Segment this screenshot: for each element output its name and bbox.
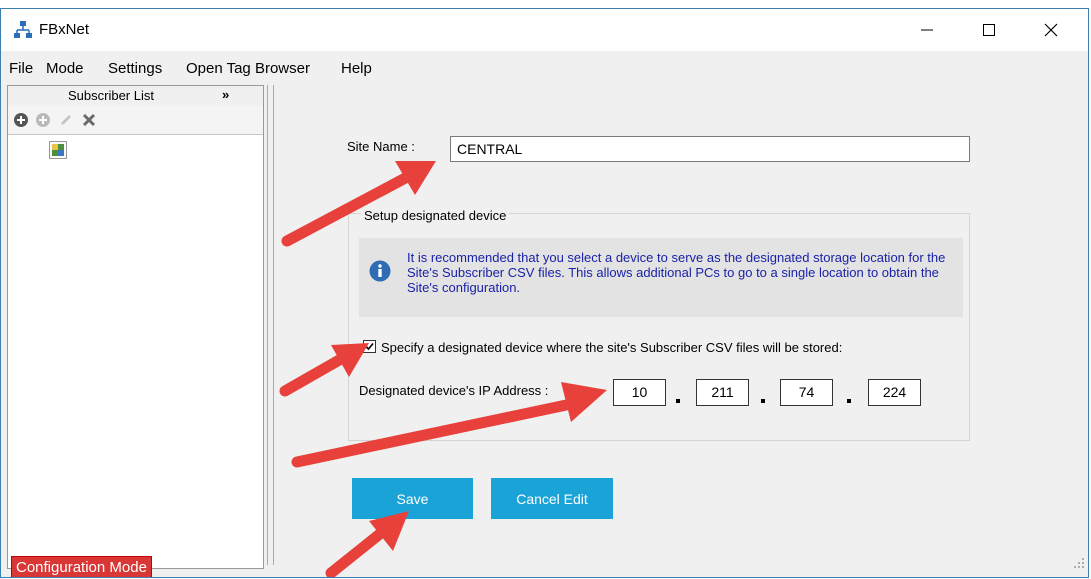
info-icon <box>369 260 391 282</box>
resize-grip-icon[interactable] <box>1073 557 1085 569</box>
menu-settings[interactable]: Settings <box>108 60 162 77</box>
designated-device-checkbox-label[interactable]: Specify a designated device where the si… <box>381 340 842 355</box>
maximize-button[interactable] <box>961 9 1017 51</box>
annotation-arrow-ip-address <box>291 382 607 468</box>
ip-octet-4-input[interactable]: 224 <box>868 379 921 406</box>
ip-octet-3-input[interactable]: 74 <box>780 379 833 406</box>
title-bar: FBxNet <box>1 9 1088 51</box>
add-subscriber-icon[interactable] <box>13 112 29 128</box>
network-icon <box>14 21 32 38</box>
info-message-text: It is recommended that you select a devi… <box>407 250 946 295</box>
menu-file[interactable]: File <box>9 60 33 77</box>
close-button[interactable] <box>1023 9 1079 51</box>
ip-separator-dot <box>676 399 680 403</box>
window-title: FBxNet <box>39 21 90 38</box>
edit-pencil-icon[interactable] <box>58 112 74 128</box>
menu-open-tag-browser[interactable]: Open Tag Browser <box>186 60 310 77</box>
configuration-mode-badge: Configuration Mode <box>11 556 152 577</box>
subscriber-panel: Subscriber List » <box>7 85 264 569</box>
ip-octet-2-input[interactable]: 211 <box>696 379 749 406</box>
minimize-button[interactable] <box>899 9 955 51</box>
ip-separator-dot <box>761 399 765 403</box>
menu-help[interactable]: Help <box>341 60 372 77</box>
maximize-icon <box>983 24 995 36</box>
site-name-input[interactable]: CENTRAL <box>450 136 970 162</box>
subscriber-panel-title: Subscriber List <box>68 88 154 103</box>
annotation-arrow-save <box>325 511 409 577</box>
cancel-edit-button[interactable]: Cancel Edit <box>491 478 613 519</box>
ip-separator-dot <box>847 399 851 403</box>
menu-mode[interactable]: Mode <box>46 60 84 77</box>
close-icon <box>1044 23 1058 37</box>
collapse-panel-button[interactable]: » <box>222 87 229 102</box>
app-window: FBxNet File Mode Settings Open Tag Brows… <box>0 8 1089 578</box>
site-node-icon[interactable] <box>49 141 67 159</box>
add-child-icon[interactable] <box>35 112 51 128</box>
menu-bar: File Mode Settings Open Tag Browser Help <box>1 51 1088 85</box>
annotation-arrow-site-name <box>281 161 436 247</box>
subscriber-toolbar <box>8 106 263 135</box>
minimize-icon <box>921 29 933 31</box>
delete-icon[interactable] <box>81 112 97 128</box>
subscriber-panel-header: Subscriber List » <box>8 86 263 107</box>
